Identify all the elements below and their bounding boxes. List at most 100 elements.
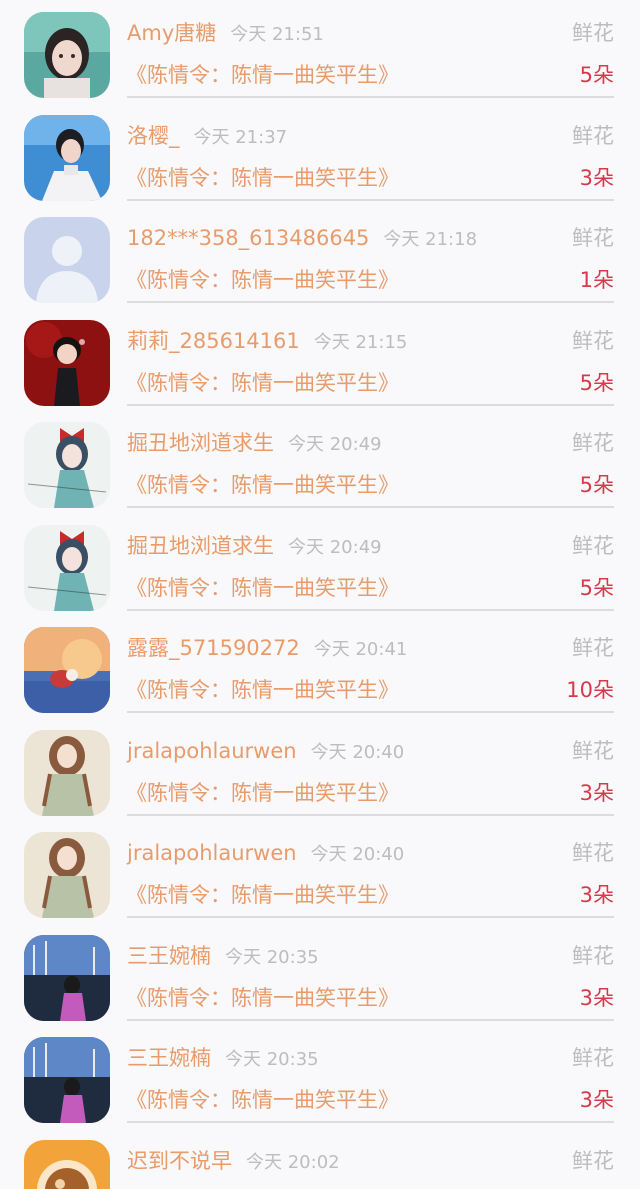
divider xyxy=(127,301,614,303)
gift-type: 鲜花 xyxy=(572,636,614,660)
photo-girl-avatar-image xyxy=(24,12,110,98)
username[interactable]: 三王婉楠 今天 20:35 xyxy=(127,1044,319,1074)
list-item[interactable]: jralapohlaurwen 今天 20:40 鲜花 《陈情令：陈情一曲笑平生》… xyxy=(0,718,640,821)
username[interactable]: 182***358_613486645 今天 21:18 xyxy=(127,224,477,254)
flower-count: 1朵 xyxy=(579,268,614,292)
avatar[interactable] xyxy=(24,934,110,1021)
avatar[interactable] xyxy=(24,422,110,508)
avatar[interactable] xyxy=(24,524,110,611)
list-item[interactable]: Amy唐糖 今天 21:51 鲜花 《陈情令：陈情一曲笑平生》 5朵 xyxy=(0,0,640,103)
list-item[interactable]: 182***358_613486645 今天 21:18 鲜花 《陈情令：陈情一曲… xyxy=(0,205,640,308)
timestamp: 今天 20:49 xyxy=(288,434,382,455)
illustrated-girl-avatar-image xyxy=(24,832,110,918)
username[interactable]: 露露_571590272 今天 20:41 xyxy=(127,634,407,664)
work-title-link[interactable]: 《陈情令：陈情一曲笑平生》 xyxy=(126,1086,399,1114)
username-text[interactable]: 182***358_613486645 xyxy=(127,226,369,250)
list-item[interactable]: 掘丑地浏道求生 今天 20:49 鲜花 《陈情令：陈情一曲笑平生》 5朵 xyxy=(0,410,640,513)
illustrated-girl-avatar-image xyxy=(24,729,110,816)
harbor-photo-avatar-image xyxy=(24,934,110,1021)
username-text[interactable]: 三王婉楠 xyxy=(127,944,211,968)
divider xyxy=(127,916,614,918)
work-title-link[interactable]: 《陈情令：陈情一曲笑平生》 xyxy=(126,779,399,807)
username-text[interactable]: 莉莉_285614161 xyxy=(127,329,300,353)
gift-type: 鲜花 xyxy=(572,943,614,968)
work-title-link[interactable]: 《陈情令：陈情一曲笑平生》 xyxy=(126,471,399,499)
username-text[interactable]: 露露_571590272 xyxy=(127,636,300,660)
username[interactable]: 掘丑地浏道求生 今天 20:49 xyxy=(127,532,382,562)
timestamp: 今天 20:35 xyxy=(225,946,319,968)
gift-type: 鲜花 xyxy=(572,533,614,558)
username-text[interactable]: jralapohlaurwen xyxy=(127,739,297,763)
avatar[interactable] xyxy=(24,114,110,201)
list-item[interactable]: 掘丑地浏道求生 今天 20:49 鲜花 《陈情令：陈情一曲笑平生》 5朵 xyxy=(0,513,640,616)
username-text[interactable]: 洛樱_ xyxy=(127,124,180,148)
divider xyxy=(127,403,614,406)
timestamp: 今天 20:40 xyxy=(310,844,405,865)
work-title-link[interactable]: 《陈情令：陈情一曲笑平生》 xyxy=(126,676,399,704)
timestamp: 今天 20:40 xyxy=(310,741,405,763)
username-text[interactable]: 三王婉楠 xyxy=(127,1046,211,1070)
work-title-link[interactable]: 《陈情令：陈情一曲笑平生》 xyxy=(126,574,399,602)
timestamp: 今天 21:18 xyxy=(383,229,478,250)
username[interactable]: 莉莉_285614161 今天 21:15 xyxy=(127,327,407,357)
username[interactable]: 掘丑地浏道求生 今天 20:49 xyxy=(127,429,382,459)
avatar[interactable] xyxy=(24,319,110,406)
flower-count: 5朵 xyxy=(579,63,614,87)
list-item[interactable]: 洛樱_ 今天 21:37 鲜花 《陈情令：陈情一曲笑平生》 3朵 xyxy=(0,103,640,206)
username[interactable]: 三王婉楠 今天 20:35 xyxy=(127,942,319,972)
anime-girl-bow-avatar-image xyxy=(24,524,110,611)
divider xyxy=(127,711,614,713)
flower-count: 3朵 xyxy=(579,780,614,805)
gift-record-list: Amy唐糖 今天 21:51 鲜花 《陈情令：陈情一曲笑平生》 5朵 洛樱_ 今天 … xyxy=(0,0,640,1189)
username[interactable]: jralapohlaurwen 今天 20:40 xyxy=(127,839,404,869)
list-item[interactable]: 三王婉楠 今天 20:35 鲜花 《陈情令：陈情一曲笑平生》 3朵 xyxy=(0,1025,640,1128)
flower-count: 5朵 xyxy=(579,370,614,395)
avatar[interactable] xyxy=(24,217,110,303)
flower-count: 3朵 xyxy=(579,1088,614,1112)
username-text[interactable]: 迟到不说早 xyxy=(127,1149,232,1173)
work-title-link[interactable]: 《陈情令：陈情一曲笑平生》 xyxy=(126,164,399,192)
work-title-link[interactable]: 《陈情令：陈情一曲笑平生》 xyxy=(126,369,399,397)
flower-count: 10朵 xyxy=(566,678,614,702)
divider xyxy=(127,813,614,816)
list-item[interactable]: 迟到不说早 今天 20:02 鲜花 xyxy=(0,1128,640,1189)
list-item[interactable]: 露露_571590272 今天 20:41 鲜花 《陈情令：陈情一曲笑平生》 10… xyxy=(0,615,640,718)
gift-type: 鲜花 xyxy=(572,328,614,353)
avatar[interactable] xyxy=(24,1139,110,1189)
timestamp: 今天 21:51 xyxy=(230,24,324,45)
gift-type: 鲜花 xyxy=(572,1148,614,1173)
flower-count: 3朵 xyxy=(579,883,614,907)
work-title-link[interactable]: 《陈情令：陈情一曲笑平生》 xyxy=(126,984,399,1012)
username[interactable]: jralapohlaurwen 今天 20:40 xyxy=(127,737,404,767)
gift-type: 鲜花 xyxy=(572,1046,614,1070)
timestamp: 今天 20:41 xyxy=(313,639,408,660)
divider xyxy=(127,96,614,98)
gift-type: 鲜花 xyxy=(572,123,614,148)
avatar[interactable] xyxy=(24,1037,110,1123)
work-title-link[interactable]: 《陈情令：陈情一曲笑平生》 xyxy=(126,61,399,89)
username-text[interactable]: 掘丑地浏道求生 xyxy=(127,534,274,558)
gift-type: 鲜花 xyxy=(572,226,614,250)
avatar[interactable] xyxy=(24,729,110,816)
avatar[interactable] xyxy=(24,627,110,713)
list-item[interactable]: 三王婉楠 今天 20:35 鲜花 《陈情令：陈情一曲笑平生》 3朵 xyxy=(0,923,640,1026)
username-text[interactable]: Amy唐糖 xyxy=(127,21,216,45)
list-item[interactable]: 莉莉_285614161 今天 21:15 鲜花 《陈情令：陈情一曲笑平生》 5朵 xyxy=(0,308,640,411)
gift-type: 鲜花 xyxy=(572,431,614,455)
man-portrait-avatar-image xyxy=(24,114,110,201)
username-text[interactable]: jralapohlaurwen xyxy=(127,841,297,865)
username[interactable]: 洛樱_ 今天 21:37 xyxy=(127,122,287,152)
list-item[interactable]: jralapohlaurwen 今天 20:40 鲜花 《陈情令：陈情一曲笑平生》… xyxy=(0,820,640,923)
username[interactable]: 迟到不说早 今天 20:02 xyxy=(127,1147,340,1177)
divider xyxy=(127,1018,614,1021)
username-text[interactable]: 掘丑地浏道求生 xyxy=(127,431,274,455)
divider xyxy=(127,608,614,611)
timestamp: 今天 20:49 xyxy=(288,536,382,558)
avatar[interactable] xyxy=(24,832,110,918)
username[interactable]: Amy唐糖 今天 21:51 xyxy=(127,19,324,49)
divider xyxy=(127,198,614,201)
avatar[interactable] xyxy=(24,12,110,98)
work-title-link[interactable]: 《陈情令：陈情一曲笑平生》 xyxy=(126,266,399,294)
work-title-link[interactable]: 《陈情令：陈情一曲笑平生》 xyxy=(126,881,399,909)
flower-count: 5朵 xyxy=(579,575,614,600)
